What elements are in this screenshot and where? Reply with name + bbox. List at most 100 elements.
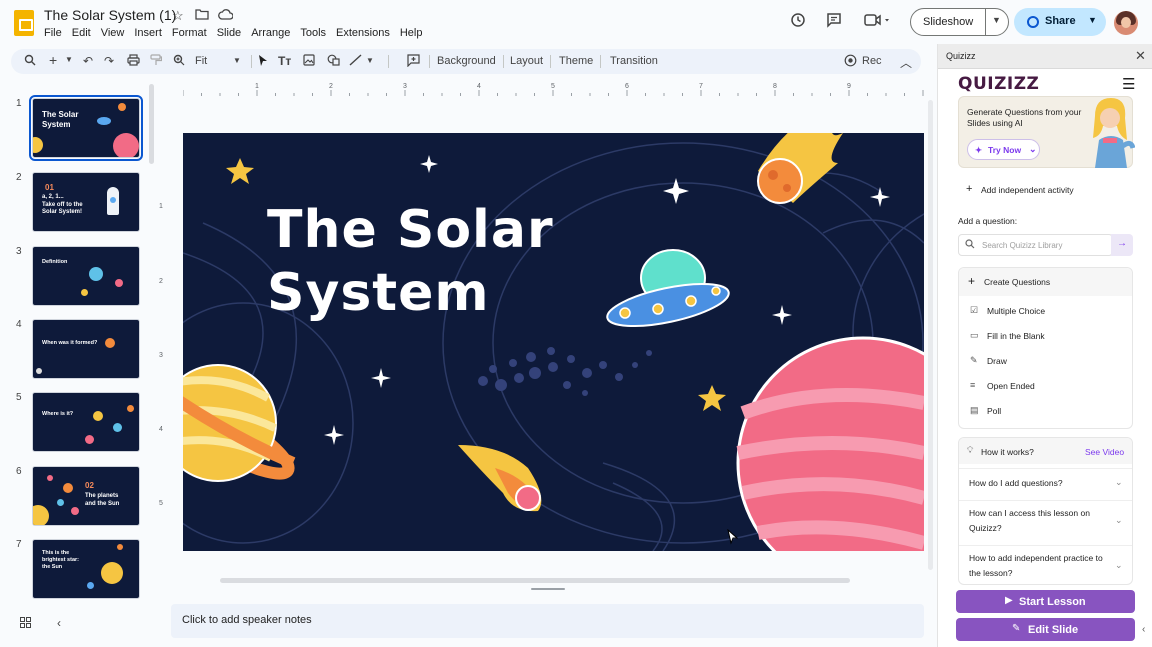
- undo-icon[interactable]: ↶: [83, 54, 93, 68]
- question-type-open-ended[interactable]: ≡ Open Ended: [959, 374, 1132, 398]
- menu-view[interactable]: View: [101, 27, 125, 39]
- slide-thumbnail-5[interactable]: Where is it?: [32, 392, 140, 452]
- canvas-vertical-scrollbar[interactable]: [928, 100, 933, 570]
- menu-slide[interactable]: Slide: [217, 27, 241, 39]
- toolbar-divider: [503, 55, 504, 68]
- share-button[interactable]: Share ▼: [1014, 8, 1106, 36]
- redo-icon[interactable]: ↷: [104, 54, 114, 68]
- theme-button[interactable]: Theme: [559, 55, 593, 67]
- collapse-filmstrip-icon[interactable]: ‹: [57, 616, 61, 630]
- meet-icon[interactable]: [864, 12, 890, 32]
- menu-format[interactable]: Format: [172, 27, 207, 39]
- text-box-icon[interactable]: Tт: [278, 54, 291, 68]
- menu-arrange[interactable]: Arrange: [251, 27, 290, 39]
- ruler-left-label: 2: [159, 278, 163, 285]
- new-slide-chevron-icon[interactable]: ▼: [65, 55, 73, 64]
- line-chevron-icon[interactable]: ▼: [366, 56, 374, 65]
- avatar[interactable]: [1114, 11, 1138, 35]
- ruler-left-label: 5: [159, 500, 163, 507]
- edit-slide-button[interactable]: ✎ Edit Slide: [956, 618, 1135, 641]
- transition-button[interactable]: Transition: [610, 55, 658, 67]
- collapse-panel-icon[interactable]: ‹: [1142, 624, 1145, 635]
- menu-insert[interactable]: Insert: [134, 27, 162, 39]
- layout-button[interactable]: Layout: [510, 55, 543, 67]
- grid-view-icon[interactable]: [20, 617, 31, 631]
- search-submit-button[interactable]: →: [1111, 234, 1133, 256]
- question-type-draw[interactable]: ✎ Draw: [959, 349, 1132, 373]
- slideshow-button[interactable]: Slideshow ▼: [910, 8, 1009, 36]
- menu-icon[interactable]: ☰: [1122, 75, 1135, 93]
- mascot-illustration: [1093, 98, 1135, 168]
- new-slide-icon[interactable]: +: [49, 52, 57, 68]
- slide-number: 3: [16, 246, 22, 257]
- question-type-fill-blank[interactable]: ▭ Fill in the Blank: [959, 324, 1132, 348]
- chevron-down-icon[interactable]: ▼: [1088, 15, 1097, 25]
- start-lesson-button[interactable]: ▶ Start Lesson: [956, 590, 1135, 613]
- slide-canvas[interactable]: The Solar System: [183, 133, 924, 551]
- filmstrip-scrollbar[interactable]: [149, 84, 154, 164]
- close-icon[interactable]: ✕: [1135, 48, 1146, 64]
- speaker-notes[interactable]: Click to add speaker notes: [171, 604, 924, 638]
- paint-format-icon[interactable]: [150, 54, 163, 69]
- notes-resize-handle[interactable]: [531, 588, 565, 590]
- menu-tools[interactable]: Tools: [300, 27, 326, 39]
- ruler-left-label: 1: [159, 203, 163, 210]
- history-icon[interactable]: [790, 12, 806, 32]
- add-comment-icon[interactable]: [407, 54, 420, 70]
- lines-icon: ≡: [970, 380, 976, 390]
- print-icon[interactable]: [127, 54, 140, 69]
- star-icon[interactable]: ☆: [172, 8, 184, 24]
- toolbar-divider: [251, 55, 252, 68]
- create-questions-header[interactable]: + Create Questions: [959, 268, 1132, 296]
- select-cursor-icon[interactable]: [258, 54, 269, 70]
- move-folder-icon[interactable]: [195, 8, 209, 23]
- zoom-chevron-icon[interactable]: ▼: [233, 56, 241, 65]
- menu-file[interactable]: File: [44, 27, 62, 39]
- quizizz-side-panel: Quizizz ✕ QUIZIZZ ☰ Generate Questions f…: [937, 44, 1152, 647]
- try-now-button[interactable]: ✦ Try Now ⌄: [967, 139, 1040, 160]
- planet-icon: [57, 499, 64, 506]
- slide-thumbnail-4[interactable]: When was it formed?: [32, 319, 140, 379]
- zoom-icon[interactable]: [173, 54, 185, 69]
- collapse-toolbar-icon[interactable]: ︿: [900, 54, 912, 71]
- add-independent-activity-button[interactable]: + Add independent activity: [958, 180, 1133, 202]
- slide-artwork: [183, 133, 924, 551]
- slide-thumbnail-6[interactable]: 02 The planets and the Sun: [32, 466, 140, 526]
- slide-thumbnail-2[interactable]: 01 a, 2, 1... Take off to the Solar Syst…: [32, 172, 140, 232]
- background-button[interactable]: Background: [437, 55, 496, 67]
- slide-thumbnail-3[interactable]: Definition: [32, 246, 140, 306]
- rec-button[interactable]: Rec: [862, 55, 882, 67]
- ruler-top-label: 1: [255, 83, 259, 90]
- faq-item[interactable]: How to add independent practice to the l…: [959, 545, 1132, 584]
- faq-item[interactable]: How do I add questions? ⌄: [959, 468, 1132, 498]
- menu-help[interactable]: Help: [400, 27, 423, 39]
- slides-logo-icon[interactable]: [14, 10, 34, 36]
- search-menus-icon[interactable]: [24, 54, 36, 69]
- zoom-select[interactable]: Fit: [195, 55, 207, 67]
- faq-item[interactable]: How can I access this lesson on Quizizz?…: [959, 500, 1132, 542]
- see-video-link[interactable]: See Video: [1085, 447, 1124, 457]
- ruler-top: 1 2 3 4 5 6 7 8 9: [183, 82, 924, 96]
- slide-title[interactable]: The Solar System: [267, 199, 554, 325]
- library-search-input[interactable]: Search Quizizz Library: [958, 234, 1113, 256]
- comments-icon[interactable]: [826, 12, 842, 32]
- slide-thumbnail-7[interactable]: This is the brightest star: the Sun: [32, 539, 140, 599]
- chevron-down-icon: ⌄: [1115, 477, 1123, 487]
- ruler-top-label: 6: [625, 83, 629, 90]
- chevron-down-icon[interactable]: ▼: [992, 15, 1001, 25]
- image-icon[interactable]: [303, 54, 315, 69]
- how-it-works-label: How it works?: [981, 447, 1034, 457]
- create-questions-section: + Create Questions ☑ Multiple Choice ▭ F…: [958, 267, 1133, 429]
- slide-thumbnail-1[interactable]: The Solar System: [29, 95, 143, 161]
- shape-icon[interactable]: [327, 54, 341, 69]
- question-type-poll[interactable]: ▤ Poll: [959, 399, 1132, 423]
- canvas-horizontal-scrollbar[interactable]: [220, 578, 850, 583]
- question-type-multiple-choice[interactable]: ☑ Multiple Choice: [959, 299, 1132, 323]
- panel-header: Quizizz ✕: [938, 44, 1152, 69]
- cloud-status-icon[interactable]: [218, 8, 234, 23]
- record-icon[interactable]: [844, 54, 857, 70]
- menu-extensions[interactable]: Extensions: [336, 27, 390, 39]
- menu-edit[interactable]: Edit: [72, 27, 91, 39]
- document-title[interactable]: The Solar System (1): [44, 7, 176, 23]
- line-icon[interactable]: [349, 54, 363, 69]
